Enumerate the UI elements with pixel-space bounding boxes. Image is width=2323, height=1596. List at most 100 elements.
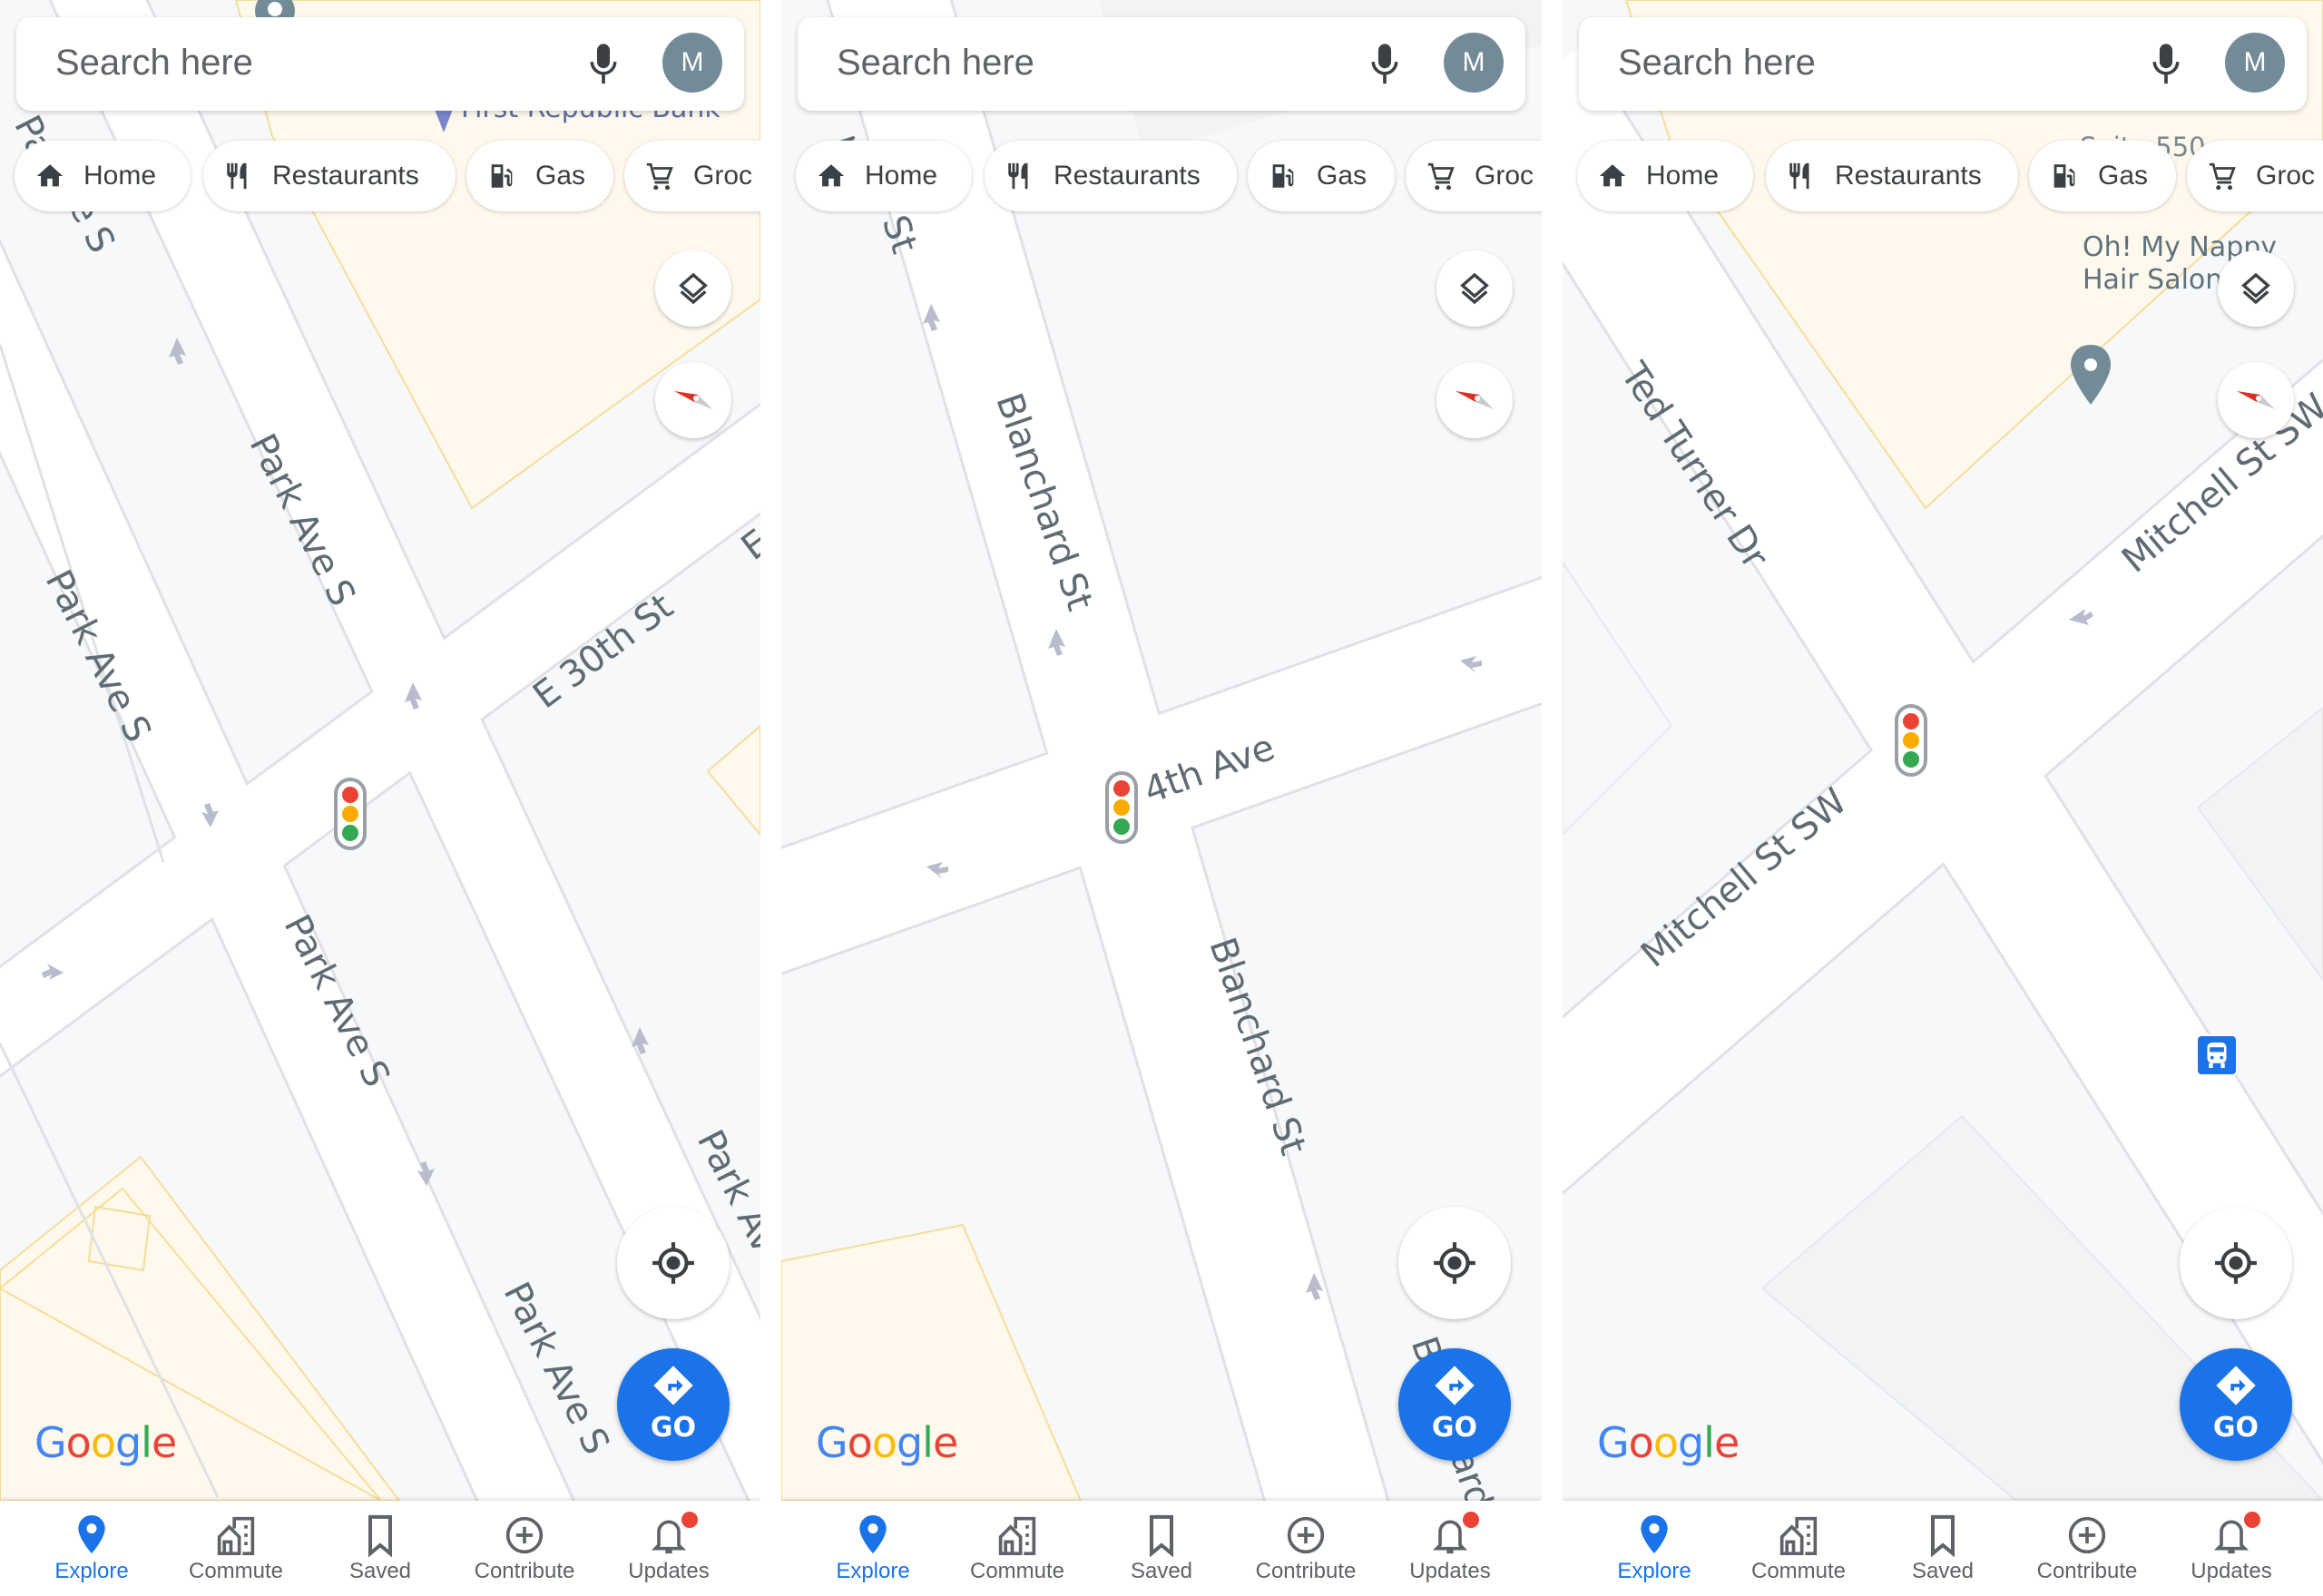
layers-button[interactable] <box>655 250 731 327</box>
compass-button[interactable] <box>2218 362 2294 438</box>
category-chips: Home Restaurants Gas Groc <box>15 141 760 211</box>
nav-contribute[interactable]: Contribute <box>452 1501 597 1596</box>
nav-label: Contribute <box>2036 1559 2138 1583</box>
bookmark-icon <box>1149 1514 1174 1557</box>
search-input[interactable]: Search here <box>1618 43 1816 83</box>
category-chips: Home Restaurants Gas Groc <box>796 141 1542 211</box>
nav-contribute[interactable]: Contribute <box>1233 1501 1378 1596</box>
nav-label: Updates <box>1409 1559 1491 1583</box>
gas-station-icon <box>1272 164 1294 188</box>
google-logo: Google <box>1597 1418 1740 1467</box>
go-button[interactable]: GO <box>1398 1348 1511 1461</box>
cart-icon <box>2209 162 2236 191</box>
category-chips: Home Restaurants Gas Groc <box>1577 141 2323 211</box>
search-input[interactable]: Search here <box>837 43 1034 83</box>
chip-groceries[interactable]: Groc <box>624 141 760 211</box>
search-input[interactable]: Search here <box>55 43 253 83</box>
nav-label: Updates <box>2191 1559 2272 1583</box>
restaurant-icon <box>1789 162 1809 190</box>
chip-gas[interactable]: Gas <box>2029 141 2176 211</box>
go-button[interactable]: GO <box>2180 1348 2292 1461</box>
chip-restaurants[interactable]: Restaurants <box>203 141 456 211</box>
nav-explore[interactable]: Explore <box>19 1501 164 1596</box>
nav-explore[interactable]: Explore <box>800 1501 946 1596</box>
chip-home[interactable]: Home <box>796 141 972 211</box>
chip-groceries[interactable]: Groc <box>2187 141 2323 211</box>
home-icon <box>36 164 64 187</box>
nav-commute[interactable]: Commute <box>163 1501 309 1596</box>
notification-badge <box>1463 1512 1479 1528</box>
nav-updates[interactable]: Updates <box>596 1501 741 1596</box>
bookmark-icon <box>368 1514 393 1557</box>
bus-stop-icon[interactable] <box>2196 1034 2238 1076</box>
nav-label: Commute <box>969 1559 1065 1583</box>
nav-explore[interactable]: Explore <box>1582 1501 1727 1596</box>
search-bar[interactable]: Search here M <box>1579 17 2307 111</box>
add-circle-icon <box>2068 1516 2106 1554</box>
go-button[interactable]: GO <box>617 1348 730 1461</box>
account-avatar[interactable]: M <box>662 33 722 93</box>
compass-button[interactable] <box>655 362 731 438</box>
chip-home[interactable]: Home <box>1577 141 1753 211</box>
chip-home[interactable]: Home <box>15 141 191 211</box>
commute-icon <box>1779 1516 1818 1555</box>
search-bar[interactable]: Search here M <box>16 17 744 111</box>
nav-saved[interactable]: Saved <box>308 1501 453 1596</box>
microphone-icon[interactable] <box>588 43 619 86</box>
nav-label: Saved <box>1911 1559 1975 1583</box>
chip-gas[interactable]: Gas <box>466 141 613 211</box>
layers-button[interactable] <box>1436 250 1513 327</box>
chip-gas[interactable]: Gas <box>1248 141 1395 211</box>
chip-label: Gas <box>535 161 586 191</box>
chip-label: Restaurants <box>1054 161 1201 191</box>
chip-groceries[interactable]: Groc <box>1406 141 1542 211</box>
compass-button[interactable] <box>1436 362 1513 438</box>
gas-station-icon <box>2053 164 2075 188</box>
nav-saved[interactable]: Saved <box>1089 1501 1234 1596</box>
traffic-light-icon[interactable] <box>334 778 367 850</box>
chip-label: Groc <box>2256 161 2316 191</box>
chip-restaurants[interactable]: Restaurants <box>1766 141 2018 211</box>
traffic-light-icon[interactable] <box>1105 771 1138 844</box>
google-logo: Google <box>34 1418 177 1467</box>
directions-icon <box>2216 1366 2256 1405</box>
microphone-icon[interactable] <box>2151 43 2181 86</box>
my-location-button[interactable] <box>2180 1207 2292 1319</box>
explore-pin-icon <box>78 1515 105 1554</box>
nav-label: Explore <box>1617 1559 1691 1583</box>
traffic-light-icon[interactable] <box>1895 704 1927 777</box>
chip-label: Home <box>1646 161 1720 191</box>
search-bar[interactable]: Search here M <box>798 17 1525 111</box>
my-location-button[interactable] <box>1398 1207 1511 1319</box>
nav-label: Commute <box>1750 1559 1847 1583</box>
nav-updates[interactable]: Updates <box>1377 1501 1523 1596</box>
commute-icon <box>217 1516 255 1555</box>
chip-restaurants[interactable]: Restaurants <box>985 141 1237 211</box>
nav-label: Contribute <box>1255 1559 1357 1583</box>
my-location-button[interactable] <box>617 1207 730 1319</box>
account-avatar[interactable]: M <box>2225 33 2285 93</box>
nav-saved[interactable]: Saved <box>1870 1501 2015 1596</box>
chip-label: Gas <box>2098 161 2149 191</box>
bottom-navigation: Explore Commute Saved Contribute Updates <box>0 1501 760 1596</box>
microphone-icon[interactable] <box>1369 43 1400 86</box>
go-label: GO <box>2212 1412 2259 1444</box>
commute-icon <box>998 1516 1036 1555</box>
nav-contribute[interactable]: Contribute <box>2014 1501 2160 1596</box>
layers-icon <box>2241 272 2270 305</box>
nav-label: Saved <box>348 1559 412 1583</box>
layers-button[interactable] <box>2218 250 2294 327</box>
go-label: GO <box>650 1412 697 1444</box>
nav-commute[interactable]: Commute <box>1726 1501 1871 1596</box>
nav-updates[interactable]: Updates <box>2159 1501 2304 1596</box>
google-logo: Google <box>816 1418 958 1467</box>
nav-label: Saved <box>1130 1559 1193 1583</box>
nav-commute[interactable]: Commute <box>945 1501 1090 1596</box>
chip-label: Restaurants <box>272 161 419 191</box>
home-icon <box>1599 164 1626 187</box>
nav-label: Updates <box>628 1559 710 1583</box>
go-label: GO <box>1431 1412 1478 1444</box>
poi-label-salon-line2[interactable]: Hair Salon <box>2083 264 2222 297</box>
account-avatar[interactable]: M <box>1444 33 1504 93</box>
nav-label: Explore <box>836 1559 910 1583</box>
